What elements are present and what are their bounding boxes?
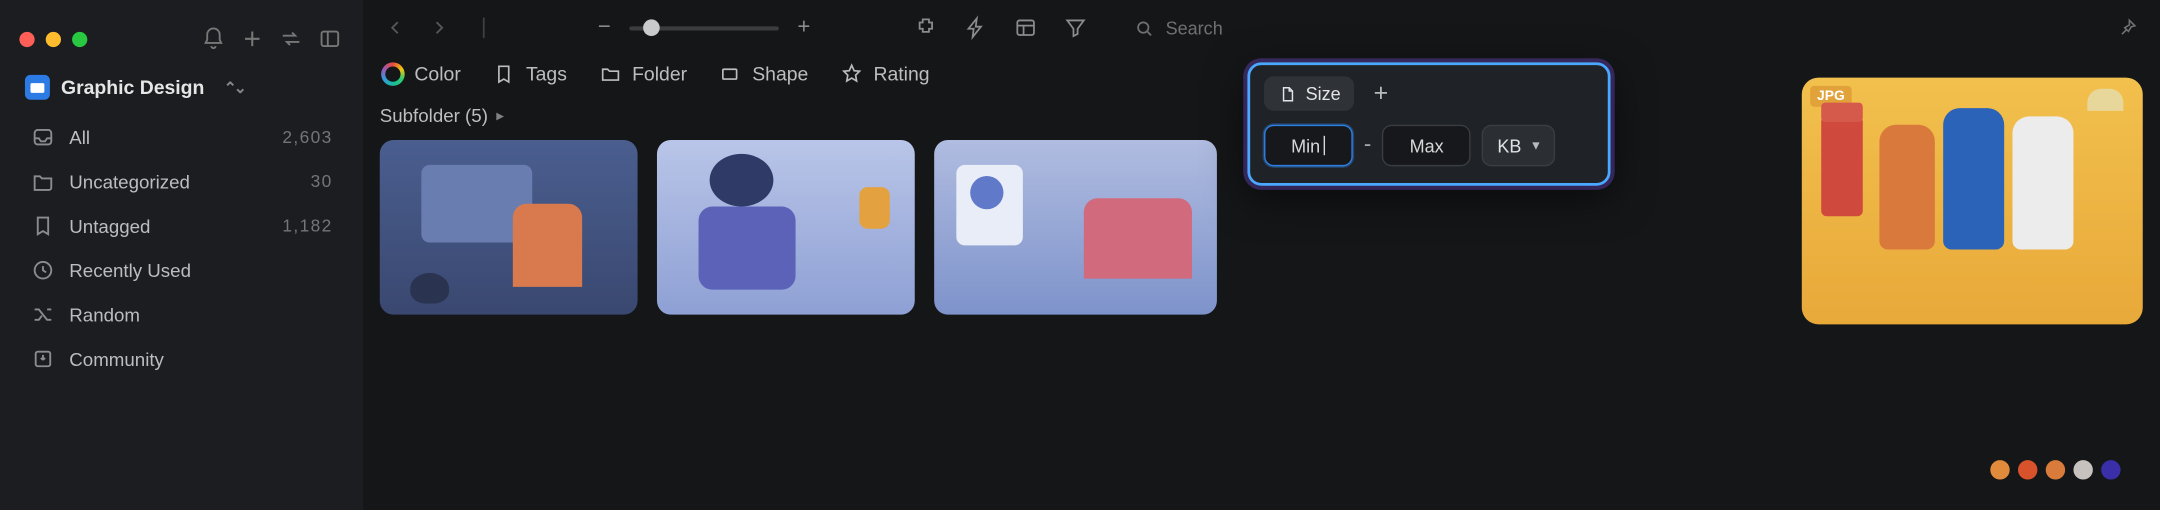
filter-tab-label: Size (1306, 83, 1341, 104)
sidebar-toggle-icon[interactable] (316, 25, 344, 53)
workspace-selector[interactable]: Graphic Design ⌃⌄ (0, 67, 363, 106)
filter-label: Rating (873, 62, 929, 84)
filter-label: Color (414, 62, 460, 84)
sidebar-item-recent[interactable]: Recently Used (14, 249, 349, 291)
search-placeholder: Search (1166, 17, 1223, 38)
chevron-right-icon: ▸ (496, 107, 504, 125)
zoom-slider[interactable] (629, 26, 779, 30)
swatch[interactable] (1990, 460, 2009, 479)
swatch[interactable] (2046, 460, 2065, 479)
zoom-out-icon[interactable]: − (593, 15, 615, 40)
filter-label: Tags (526, 62, 567, 84)
sidebar-item-count: 2,603 (282, 128, 332, 147)
range-dash: - (1364, 133, 1371, 158)
toolbar-icons (912, 14, 1089, 42)
zoom-control[interactable]: − + (593, 15, 815, 40)
sidebar-item-label: Recently Used (69, 260, 191, 281)
input-placeholder: Max (1410, 135, 1444, 156)
swatch[interactable] (2073, 460, 2092, 479)
chevron-updown-icon: ⌃⌄ (224, 78, 244, 96)
main-toolbar: | − + Search (363, 0, 2159, 55)
swap-icon[interactable] (277, 25, 305, 53)
sidebar-nav: All 2,603 Uncategorized 30 Untagged 1,18… (0, 105, 363, 391)
sidebar: Graphic Design ⌃⌄ All 2,603 Uncategorize… (0, 0, 363, 510)
inbox-icon (30, 125, 55, 150)
sidebar-item-label: All (69, 127, 90, 148)
download-icon (30, 347, 55, 372)
close-icon[interactable] (19, 31, 34, 46)
sidebar-item-uncategorized[interactable]: Uncategorized 30 (14, 161, 349, 203)
window-traffic-lights[interactable] (19, 31, 87, 46)
filter-folder[interactable]: Folder (597, 61, 687, 86)
divider: | (468, 12, 498, 42)
file-icon (1278, 84, 1297, 103)
swatch[interactable] (2101, 460, 2120, 479)
size-unit-select[interactable]: KB ▼ (1482, 125, 1554, 167)
sidebar-item-random[interactable]: Random (14, 294, 349, 336)
size-filter-popover: Size + Min - Max KB ▼ (1247, 62, 1610, 185)
workspace-title: Graphic Design (61, 76, 204, 98)
sidebar-item-label: Untagged (69, 216, 150, 237)
thumbnail[interactable] (380, 140, 638, 315)
filter-tags[interactable]: Tags (491, 61, 567, 86)
forward-button[interactable] (424, 12, 454, 42)
filter-rating[interactable]: Rating (839, 61, 930, 86)
thumbnail[interactable] (934, 140, 1217, 315)
filter-icon[interactable] (1062, 14, 1090, 42)
pin-icon[interactable] (2112, 12, 2142, 42)
shuffle-icon (30, 302, 55, 327)
bookmark-icon (30, 213, 55, 238)
unit-label: KB (1497, 135, 1521, 156)
filter-tab-size[interactable]: Size (1264, 76, 1355, 111)
star-icon (839, 61, 864, 86)
search-input[interactable]: Search (1120, 12, 1237, 44)
sidebar-item-all[interactable]: All 2,603 (14, 116, 349, 158)
shape-icon (718, 61, 743, 86)
filter-color[interactable]: Color (380, 61, 461, 86)
bookmark-icon (491, 61, 516, 86)
bell-icon[interactable] (200, 25, 228, 53)
text-cursor-icon (1324, 136, 1325, 155)
plus-icon[interactable] (238, 25, 266, 53)
thumbnail[interactable] (657, 140, 915, 315)
sidebar-item-count: 30 (311, 172, 333, 191)
sidebar-item-label: Community (69, 349, 164, 370)
sidebar-item-label: Uncategorized (69, 171, 190, 192)
filter-label: Folder (632, 62, 687, 84)
sidebar-item-untagged[interactable]: Untagged 1,182 (14, 205, 349, 247)
size-max-input[interactable]: Max (1382, 125, 1471, 167)
main-panel: | − + Search (363, 0, 2159, 510)
swatch[interactable] (2018, 460, 2037, 479)
workspace-icon (25, 75, 50, 100)
add-filter-button[interactable]: + (1366, 78, 1396, 108)
input-placeholder: Min (1291, 135, 1320, 156)
folder-icon (30, 169, 55, 194)
bolt-icon[interactable] (962, 14, 990, 42)
color-palette (1990, 460, 2120, 479)
sidebar-item-count: 1,182 (282, 216, 332, 235)
layout-icon[interactable] (1012, 14, 1040, 42)
thumbnail-selected[interactable]: JPG (1802, 78, 2143, 325)
minimize-icon[interactable] (46, 31, 61, 46)
back-button[interactable] (380, 12, 410, 42)
clock-icon (30, 258, 55, 283)
zoom-in-icon[interactable]: + (793, 15, 815, 40)
sidebar-item-community[interactable]: Community (14, 338, 349, 380)
folder-icon (597, 61, 622, 86)
sidebar-item-label: Random (69, 304, 140, 325)
size-min-input[interactable]: Min (1264, 125, 1353, 167)
window-titlebar (0, 11, 363, 66)
filter-label: Shape (752, 62, 808, 84)
color-ring-icon (380, 62, 404, 86)
zoom-icon[interactable] (72, 31, 87, 46)
extension-icon[interactable] (912, 14, 940, 42)
subfolder-label: Subfolder (5) (380, 105, 488, 126)
chevron-down-icon: ▼ (1530, 139, 1542, 153)
filter-shape[interactable]: Shape (718, 61, 809, 86)
